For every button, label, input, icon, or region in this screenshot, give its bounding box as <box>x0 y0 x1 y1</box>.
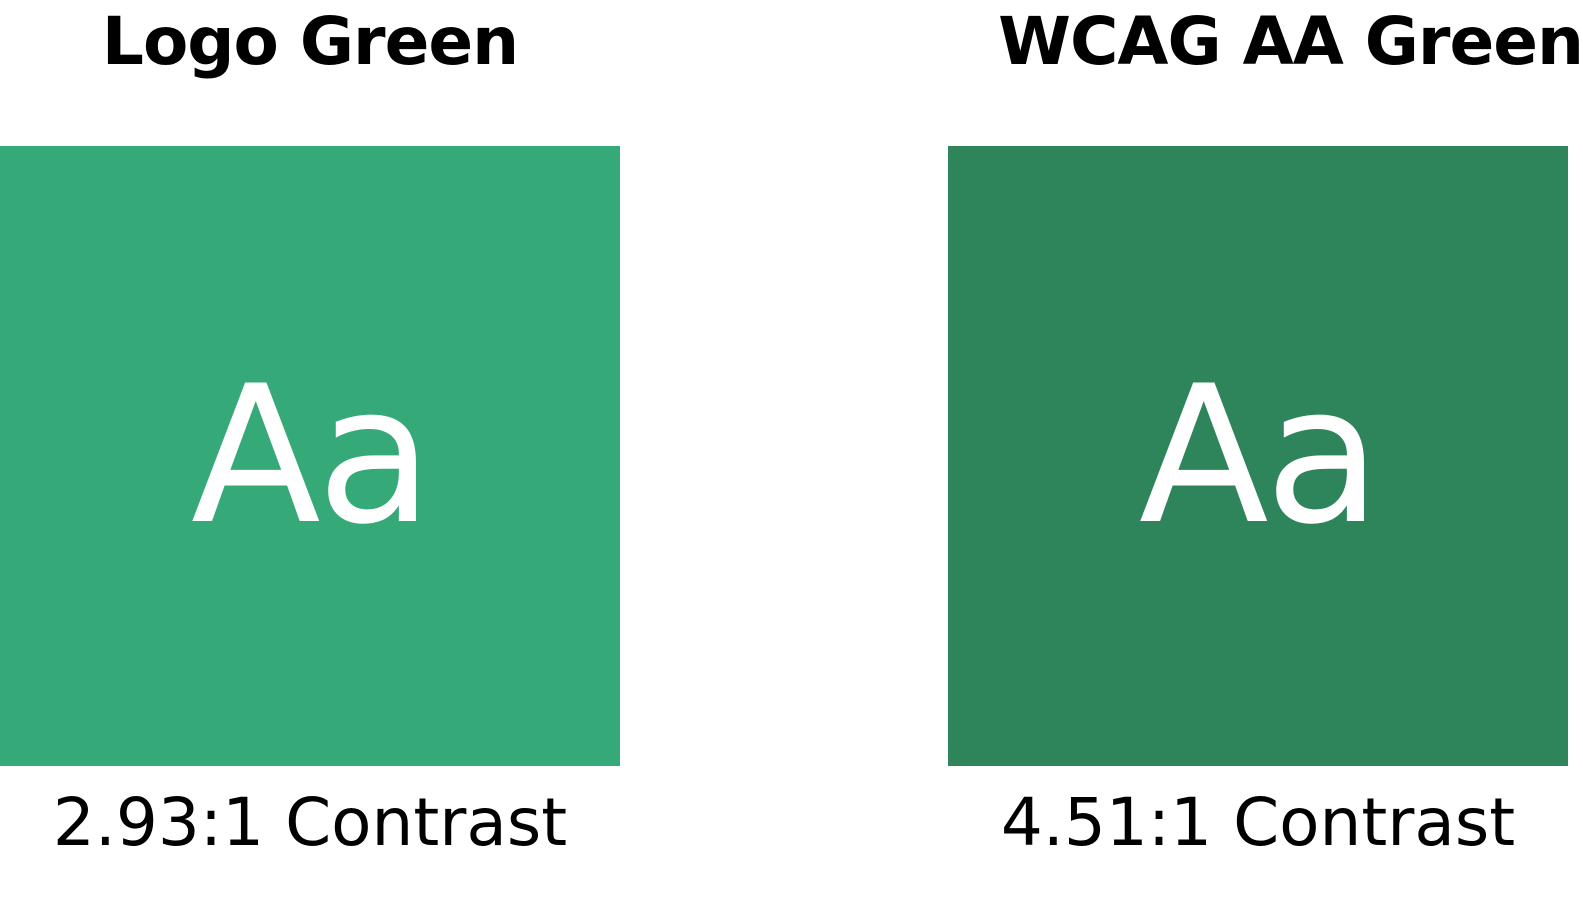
logo-green-panel: Logo Green Aa 2.93:1 Contrast <box>0 0 620 903</box>
color-swatch: Aa <box>0 146 620 766</box>
swatch-heading: Logo Green <box>101 3 519 80</box>
wcag-aa-green-panel: WCAG AA Green Aa 4.51:1 Contrast <box>948 0 1583 903</box>
color-swatch: Aa <box>948 146 1568 766</box>
swatch-heading: WCAG AA Green <box>998 3 1583 80</box>
contrast-ratio-label: 2.93:1 Contrast <box>52 784 568 861</box>
sample-text: Aa <box>1138 345 1381 566</box>
sample-text: Aa <box>190 345 433 566</box>
contrast-ratio-label: 4.51:1 Contrast <box>1000 784 1516 861</box>
